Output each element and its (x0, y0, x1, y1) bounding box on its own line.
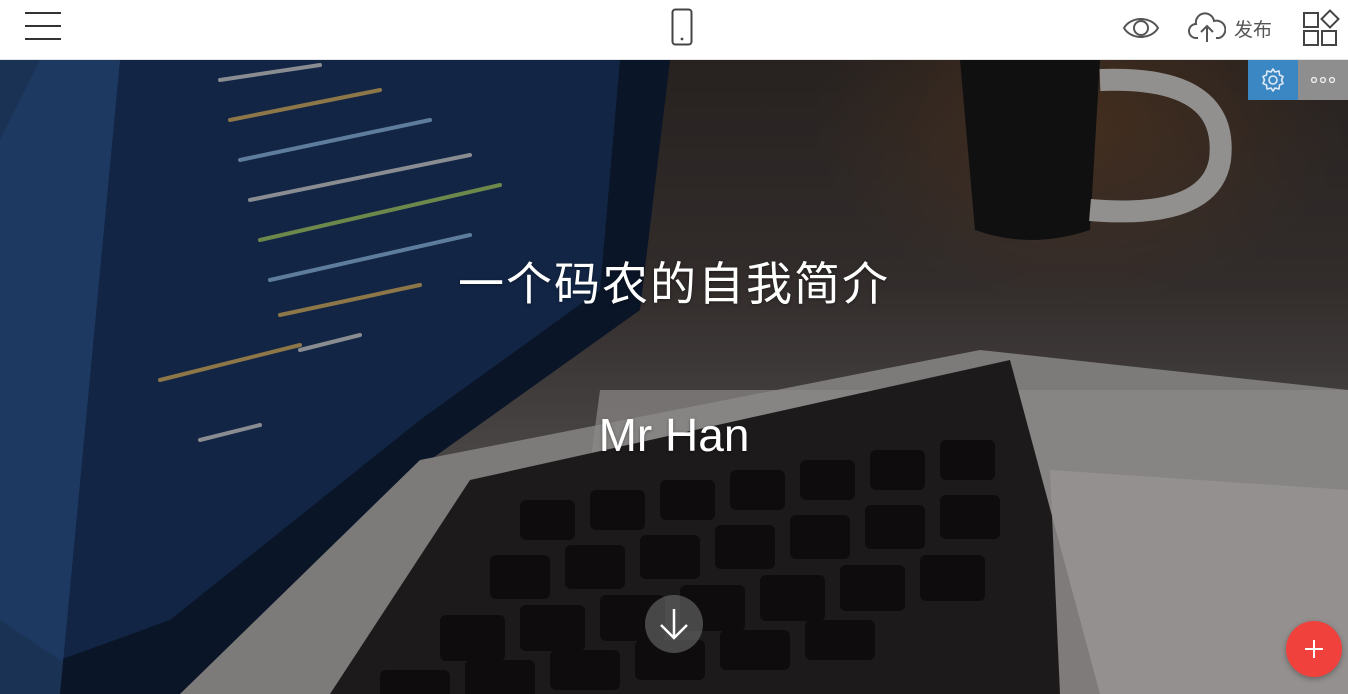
eye-icon[interactable] (1122, 12, 1160, 44)
publish-button[interactable]: 发布 (1188, 10, 1272, 46)
arrow-down-icon[interactable] (645, 595, 703, 653)
more-dots-icon[interactable] (1298, 60, 1348, 100)
hamburger-menu-icon[interactable] (25, 12, 61, 40)
gear-icon[interactable] (1248, 60, 1298, 100)
hero-section: 一个码农的自我简介 Mr Han (0, 60, 1348, 694)
cloud-upload-icon (1188, 12, 1226, 42)
top-toolbar: 发布 (0, 0, 1348, 60)
mobile-phone-icon[interactable] (671, 8, 693, 46)
block-toolbar (1248, 60, 1348, 100)
hero-title: 一个码农的自我简介 (458, 257, 890, 311)
blocks-icon[interactable] (1302, 9, 1340, 47)
plus-icon[interactable] (1286, 621, 1342, 677)
publish-label: 发布 (1234, 18, 1273, 41)
hero-subtitle: Mr Han (598, 409, 750, 461)
